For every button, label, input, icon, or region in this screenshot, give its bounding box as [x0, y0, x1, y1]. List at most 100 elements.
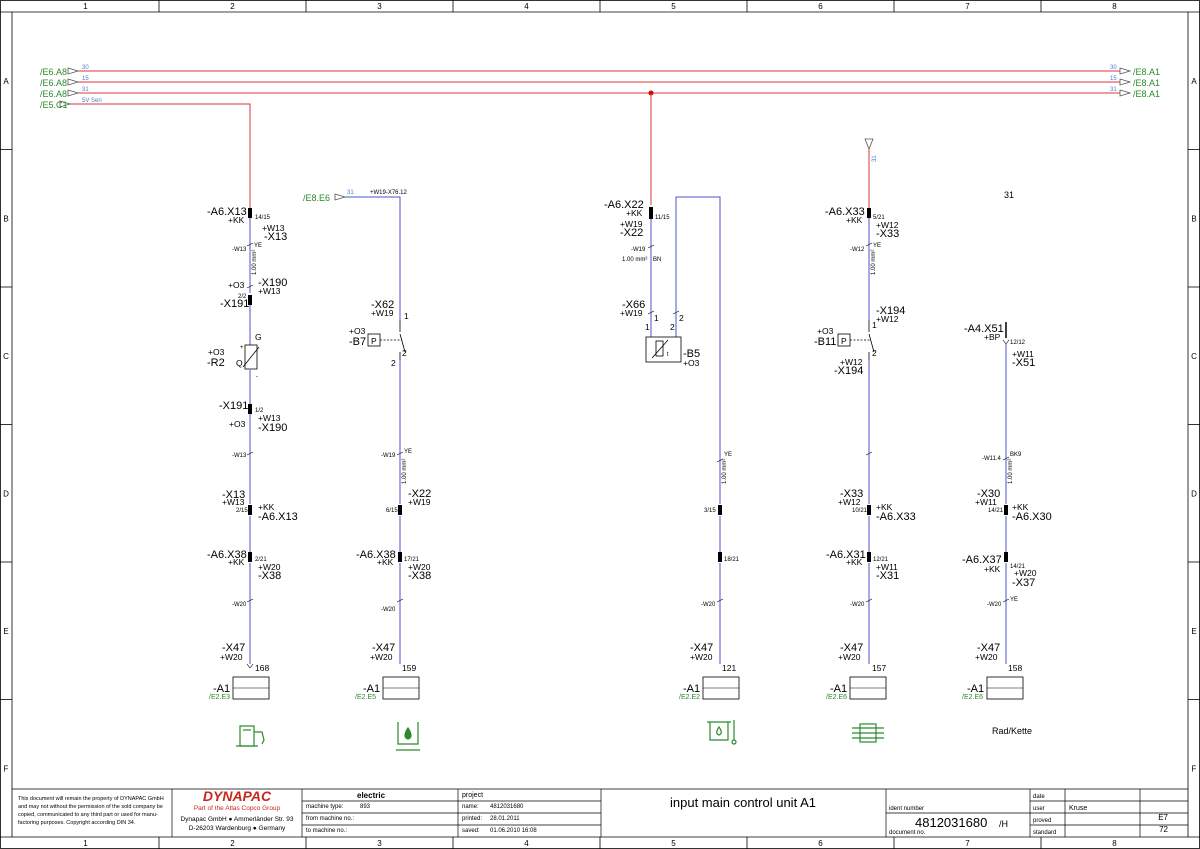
c3-w20: +W20: [690, 652, 713, 662]
c1-r2-label: -R2: [207, 357, 225, 369]
frame-col-label: 2: [230, 839, 235, 848]
c5-w11b: +W11: [975, 497, 997, 507]
c4-w12: +W12: [876, 220, 899, 230]
circuit-b11: 31 -A6.X33 -X33 -X194 -B11 -X194 -X33 -A…: [814, 138, 916, 743]
c2-p1721: 17/21: [404, 557, 420, 563]
c1-n: 168: [255, 663, 269, 673]
c1-x190b-label: -X190: [258, 422, 287, 434]
c2-src: /E8.E6: [303, 193, 330, 203]
c4-p1: 1: [872, 320, 877, 330]
c1-w13a: +W13: [262, 223, 285, 233]
rail-ref-right-3: /E8.A1: [1133, 89, 1160, 99]
svg-text:copied, communicated to any th: copied, communicated to any third part o…: [18, 812, 158, 818]
c1-q: Q: [236, 358, 243, 368]
c1-p221: 2/21: [255, 557, 267, 563]
c1-w20: +W20: [258, 562, 281, 572]
c1-o3: +O3: [228, 280, 245, 290]
address-line-1: Dynapac GmbH ● Ammerländer Str. 93: [180, 816, 293, 823]
rail-ref-left-3: /E6.A8: [40, 89, 67, 99]
frame-row-label: D: [1191, 489, 1197, 498]
saved-label: saved:: [462, 828, 480, 834]
c3-p1-left: 1: [645, 322, 650, 332]
c1-ye: YE: [254, 243, 262, 249]
c4-p1221: 12/21: [873, 557, 889, 563]
c4-w12d: +W12: [838, 497, 861, 507]
c5-wlbl: -W11.4: [982, 456, 1002, 462]
frame-row-label: E: [3, 627, 8, 636]
frame-row-label: F: [1192, 764, 1197, 773]
from-machine-label: from machine no.:: [306, 816, 354, 822]
ident-label: ident number: [889, 806, 924, 812]
c3-sq2: 1.00 mm²: [722, 459, 728, 484]
rail-ref-left-2: /E6.A8: [40, 78, 67, 88]
c5-bk: BK9: [1010, 452, 1022, 458]
frame-col-label: 5: [671, 2, 676, 11]
c2-w19b: +W19: [408, 497, 431, 507]
c4-wire: 31: [872, 155, 878, 162]
c5-ye: YE: [1010, 597, 1018, 603]
sheet-code: E7: [1158, 813, 1168, 822]
c1-o3c: +O3: [229, 419, 246, 429]
c1-w13b: +W13: [258, 286, 281, 296]
c4-w20: +W20: [838, 652, 861, 662]
doc-suffix: /H: [999, 819, 1008, 829]
frame-row-label: A: [3, 77, 9, 86]
c5-kk2: +KK: [984, 564, 1001, 574]
c4-w12b: +W12: [876, 314, 899, 324]
brand-sub: Part of the Atlas Copco Group: [194, 805, 281, 812]
c5-kk: +KK: [1012, 502, 1029, 512]
wire-num-left-15: 15: [82, 76, 89, 82]
c4-kk: +KK: [846, 215, 863, 225]
c1-o3b: +O3: [208, 347, 225, 357]
frame-col-label: 7: [965, 2, 970, 11]
drawing-title: input main control unit A1: [670, 795, 816, 810]
proved-label: proved: [1033, 818, 1051, 824]
c4-kk2: +KK: [876, 502, 893, 512]
hydraulic-filter-icon: [852, 723, 884, 743]
c3-w19b: +W19: [620, 308, 643, 318]
c5-p1421b: 14/21: [1010, 564, 1026, 570]
name-label: name:: [462, 804, 479, 810]
c2-p615: 6/15: [386, 508, 398, 514]
name-value: 4812031680: [490, 804, 524, 810]
frame-row-label: E: [1191, 627, 1196, 636]
c2-wire: 31: [347, 190, 354, 196]
c4-p521: 5/21: [873, 215, 885, 221]
c2-ref: /E2.E5: [355, 694, 376, 701]
c1-sq: 1.00 mm²: [252, 250, 258, 275]
frame-col-label: 8: [1112, 839, 1117, 848]
frame-grid-labels: 1122334455667788A AB BC CD DE EF F: [3, 2, 1197, 848]
c2-w20b: +W20: [370, 652, 393, 662]
frame-col-label: 4: [524, 839, 529, 848]
printed-value: 28.01.2011: [490, 816, 520, 822]
c3-o3: +O3: [683, 358, 700, 368]
c1-wlbl2: -W13: [232, 453, 247, 459]
c1-kk2: +KK: [258, 502, 275, 512]
c1-p12: 1/2: [255, 408, 264, 414]
c4-ref: /E2.E6: [826, 694, 847, 701]
c2-ye: YE: [404, 449, 412, 455]
c1-kk: +KK: [228, 215, 245, 225]
supply-rails: [70, 70, 1120, 215]
c3-ye: YE: [724, 452, 732, 458]
circuit-b7: /E8.E6 31 +W19-X76.12 -X62 -B7 -X22 -A6.…: [303, 190, 431, 751]
wire-num-right-30: 30: [1110, 65, 1117, 71]
c2-p: P: [371, 336, 377, 346]
schematic-sheet: 1122334455667788A AB BC CD DE EF F /E6.A8 /E6.…: [0, 0, 1200, 849]
frame-col-label: 4: [524, 2, 529, 11]
c1-g: G: [255, 332, 262, 342]
c2-w19: +W19: [371, 308, 394, 318]
c4-ye: YE: [873, 243, 881, 249]
c2-kk: +KK: [377, 557, 394, 567]
c3-p1115: 11/15: [655, 215, 670, 221]
c3-p2: 2: [679, 313, 684, 323]
c5-x37: -X37: [1012, 577, 1035, 589]
circuit-r2: -A6.X13 -X190 -X191 -R2 -X191 -X190 -X13…: [207, 206, 298, 747]
frame-row-label: B: [3, 214, 8, 223]
c2-b7: -B7: [349, 336, 366, 348]
coolant-temp-icon: [707, 720, 737, 745]
circuit-b5: -A6.X22 -X22 -X66 -B5 -X47 -A1 +KK +W19 …: [604, 93, 740, 745]
c1-minus: -: [256, 374, 258, 380]
c4-n: 157: [872, 663, 886, 673]
doc-label: document no.: [889, 830, 926, 836]
